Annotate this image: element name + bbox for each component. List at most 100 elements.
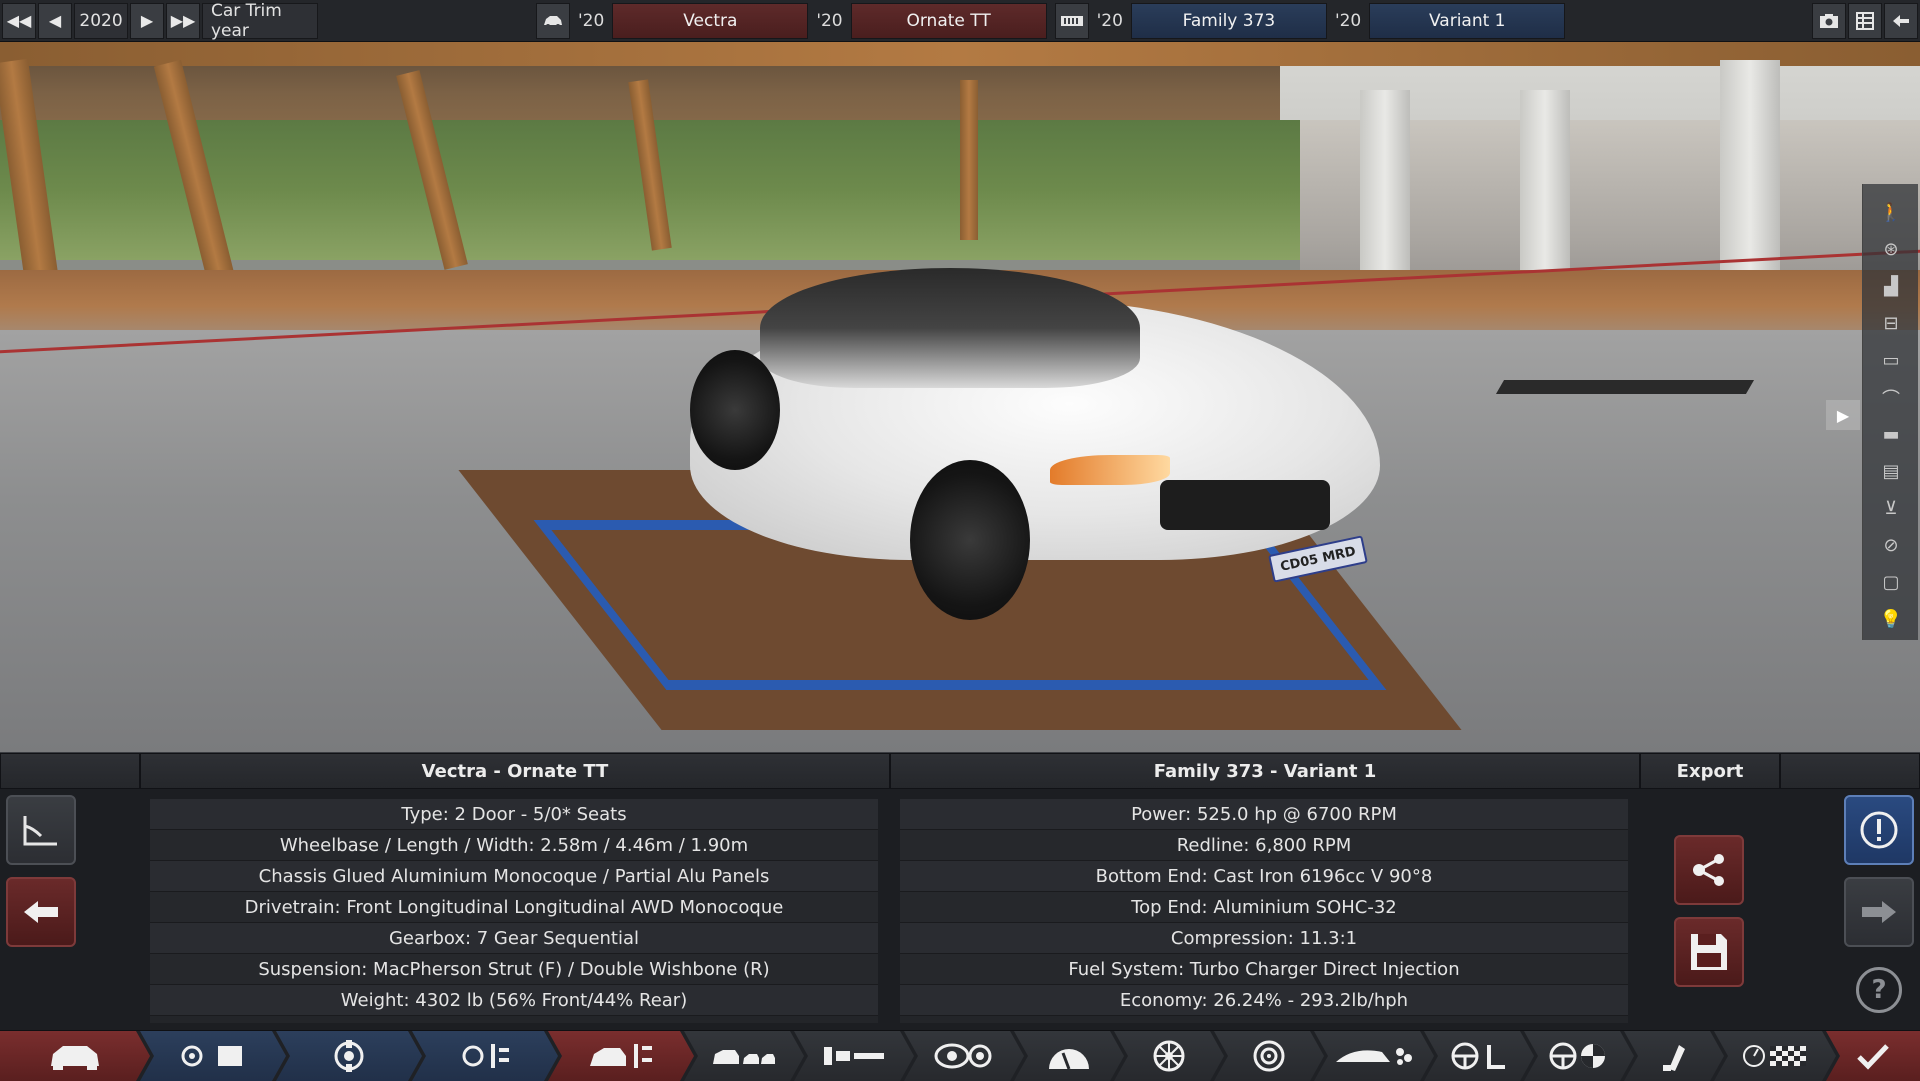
engine-icon: ▤ <box>1882 461 1900 482</box>
car-wheel-front <box>910 460 1030 620</box>
view-lift-button[interactable]: ⊻ <box>1863 490 1919 527</box>
previous-step-button[interactable] <box>6 877 76 947</box>
engine-block-icon <box>324 1039 374 1073</box>
play-arrow-icon: ▶ <box>1836 405 1850 425</box>
checkmark-icon <box>1857 1044 1889 1070</box>
tab-engine-family[interactable] <box>140 1031 286 1081</box>
tab-suspension[interactable] <box>794 1031 914 1081</box>
tab-steering[interactable] <box>1524 1031 1634 1081</box>
testing-icon <box>1742 1043 1808 1069</box>
wheels-icon <box>1152 1039 1186 1073</box>
year-prev-button[interactable]: ◀ <box>38 2 72 39</box>
body-shape-button[interactable] <box>6 795 76 865</box>
table-icon <box>1856 11 1874 30</box>
view-brake-button[interactable]: ⊘ <box>1863 527 1919 564</box>
car-viewport[interactable]: CD05 MRD <box>0 0 1920 752</box>
wood-pillar <box>960 80 978 240</box>
tab-engine-parts[interactable] <box>412 1031 558 1081</box>
view-engine-button[interactable]: ▤ <box>1863 453 1919 490</box>
car-icon: ▬ <box>1882 424 1900 445</box>
next-step-button[interactable] <box>1844 877 1914 947</box>
wheel-icon: ⊛ <box>1883 239 1899 260</box>
lightbulb-icon: 💡 <box>1879 609 1903 630</box>
tab-car-chassis[interactable] <box>548 1031 694 1081</box>
arrow-left-icon <box>24 901 58 923</box>
tab-testing[interactable] <box>1714 1031 1836 1081</box>
tab-car-body[interactable] <box>0 1031 150 1081</box>
tab-drivetrain[interactable] <box>904 1031 1024 1081</box>
family-year: '20 <box>1096 10 1123 31</box>
trim-name-button[interactable]: Ornate TT <box>850 2 1047 39</box>
gearbox-icon <box>1047 1041 1091 1071</box>
year-first-button[interactable]: ◀◀ <box>2 2 36 39</box>
view-wheel-button[interactable]: ⊛ <box>1863 231 1919 268</box>
help-button[interactable]: ? <box>1856 967 1902 1013</box>
tab-engine-block[interactable] <box>276 1031 422 1081</box>
ceiling-beam <box>0 40 1920 66</box>
chassis-icon: ⊟ <box>1883 313 1899 334</box>
variant-year: '20 <box>1334 10 1362 31</box>
engine-spec-row: Bottom End: Cast Iron 6196cc V 90°8 <box>900 861 1628 892</box>
year-label: Car Trim year <box>202 1 318 41</box>
tab-gearbox[interactable] <box>1014 1031 1124 1081</box>
car-chassis-icon <box>586 1040 656 1072</box>
view-car-button[interactable]: ▬ <box>1863 416 1919 453</box>
engine-spec-row: Top End: Aluminium SOHC-32 <box>900 892 1628 923</box>
export-share-button[interactable] <box>1674 835 1744 905</box>
tab-brakes[interactable] <box>1214 1031 1324 1081</box>
tab-paint[interactable] <box>1624 1031 1724 1081</box>
tab-interior[interactable] <box>1424 1031 1534 1081</box>
save-button[interactable] <box>1674 917 1744 987</box>
car-spec-row: Gearbox: 7 Gear Sequential <box>150 923 878 954</box>
spray-icon: ▟ <box>1884 276 1898 297</box>
concrete-pillar <box>1360 90 1410 290</box>
year-last-button[interactable]: ▶▶ <box>166 2 200 39</box>
double-right-arrow-icon: ▶▶ <box>170 11 196 30</box>
year-next-button[interactable]: ▶ <box>130 2 164 39</box>
back-button[interactable] <box>1884 2 1918 39</box>
view-light-button[interactable]: 💡 <box>1863 601 1919 638</box>
car-model-button[interactable] <box>536 2 570 39</box>
screenshot-button[interactable] <box>1812 2 1846 39</box>
view-frame-button[interactable]: ▢ <box>1863 564 1919 601</box>
steering-icon <box>1547 1041 1611 1071</box>
tab-finish[interactable] <box>1826 1031 1920 1081</box>
angle-icon <box>23 816 57 846</box>
stats-button[interactable] <box>1848 2 1882 39</box>
share-icon <box>1693 854 1724 886</box>
model-year: '20 <box>578 10 605 31</box>
family-name-button[interactable]: Family 373 <box>1130 2 1327 39</box>
panel-icon: ▭ <box>1882 350 1900 371</box>
engine-spec-row: Compression: 11.3:1 <box>900 923 1628 954</box>
view-paint-button[interactable]: ▟ <box>1863 268 1919 305</box>
car-spec-row: Weight: 4302 lb (56% Front/44% Rear) <box>150 985 878 1016</box>
tab-aero[interactable] <box>1314 1031 1434 1081</box>
variant-name-button[interactable]: Variant 1 <box>1369 2 1566 39</box>
view-chassis-button[interactable]: ⊟ <box>1863 305 1919 342</box>
body-icon: ⌒ <box>1882 388 1900 410</box>
warnings-button[interactable] <box>1844 795 1914 865</box>
engine-parts-icon <box>455 1040 515 1072</box>
engine-title: Family 373 - Variant 1 <box>890 753 1640 789</box>
question-mark-icon: ? <box>1871 975 1887 1005</box>
view-panel-button[interactable]: ▭ <box>1863 342 1919 379</box>
double-left-arrow-icon: ◀◀ <box>6 11 32 30</box>
car-spec-row: Wheelbase / Length / Width: 2.58m / 4.46… <box>150 830 878 861</box>
arrow-right-icon <box>1862 901 1896 923</box>
model-name-button[interactable]: Vectra <box>612 2 809 39</box>
tab-car-models[interactable] <box>684 1031 804 1081</box>
brakes-icon <box>1252 1039 1286 1073</box>
side-panel-toggle[interactable]: ▶ <box>1826 400 1860 430</box>
top-bar: ◀◀ ◀ 2020 ▶ ▶▶ Car Trim year '20 Vectra … <box>0 0 1920 42</box>
workbench <box>1495 380 1755 394</box>
engine-spec-row: Economy: 26.24% - 293.2lb/hph <box>900 985 1628 1016</box>
tab-wheels[interactable] <box>1114 1031 1224 1081</box>
engine-spec-row: Redline: 6,800 RPM <box>900 830 1628 861</box>
view-person-button[interactable]: 🚶 <box>1863 194 1919 231</box>
engine-family-button[interactable] <box>1054 2 1089 39</box>
panel-corner <box>0 753 140 789</box>
engine-specs-list: Power: 525.0 hp @ 6700 RPM Redline: 6,80… <box>900 799 1628 1023</box>
view-body-button[interactable]: ⌒ <box>1863 379 1919 416</box>
car-spec-row: Suspension: MacPherson Strut (F) / Doubl… <box>150 954 878 985</box>
info-panel: Vectra - Ornate TT Family 373 - Variant … <box>0 752 1920 1030</box>
